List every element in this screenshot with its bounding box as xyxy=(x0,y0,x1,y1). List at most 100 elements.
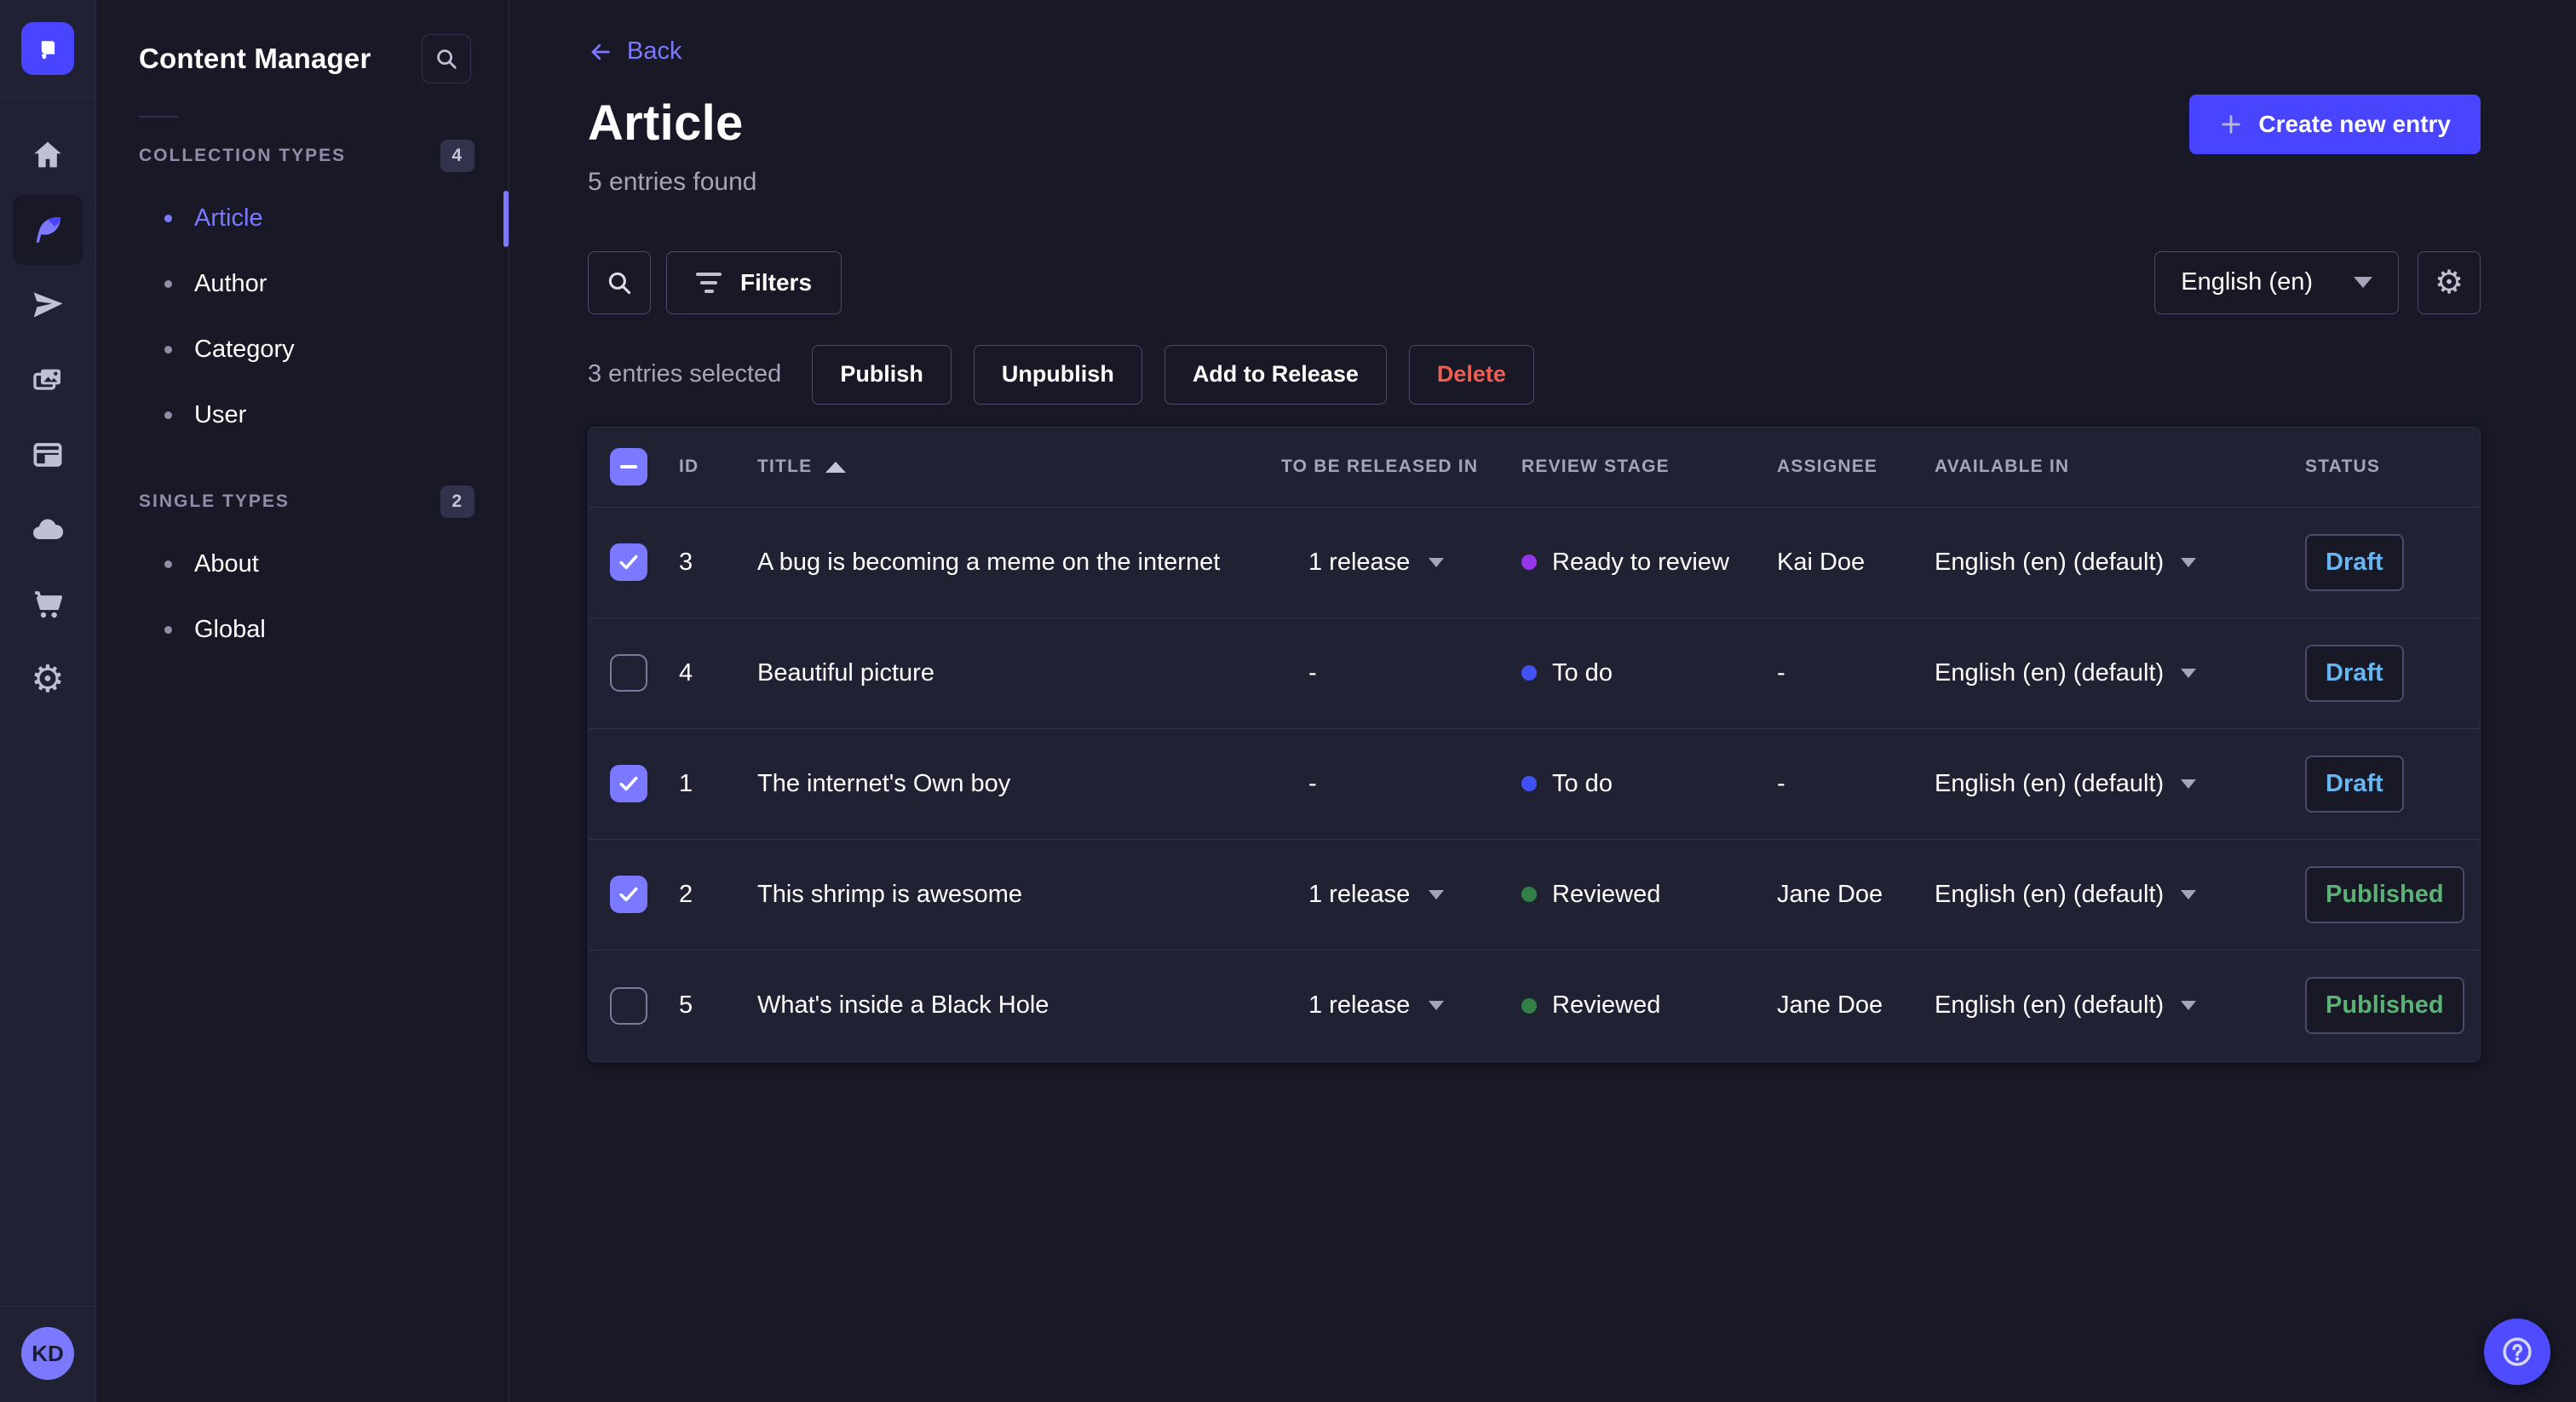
cell-review-stage: Reviewed xyxy=(1521,881,1777,909)
releases-paper-plane-icon[interactable] xyxy=(13,270,83,340)
column-header-release[interactable]: TO BE RELEASED IN xyxy=(1281,457,1521,477)
help-question-mark-icon xyxy=(2503,1337,2532,1366)
table-header-row: ID TITLE TO BE RELEASED IN REVIEW STAGE … xyxy=(589,428,2480,508)
content-type-builder-layout-icon[interactable] xyxy=(13,420,83,490)
cell-review-stage: To do xyxy=(1521,659,1777,687)
cell-available-in[interactable]: English (en) (default) xyxy=(1935,549,2305,577)
strapi-logo[interactable] xyxy=(21,22,74,75)
status-badge: Published xyxy=(2305,977,2464,1034)
content-manager-feather-icon[interactable] xyxy=(13,195,83,265)
cell-id: 1 xyxy=(679,769,693,797)
view-settings-button[interactable]: ⚙ xyxy=(2418,250,2481,314)
marketplace-cart-icon[interactable] xyxy=(13,570,83,640)
delete-button[interactable]: Delete xyxy=(1408,344,1534,405)
strapi-logo-glyph xyxy=(41,41,55,60)
column-header-assignee[interactable]: ASSIGNEE xyxy=(1777,457,1935,477)
sidebar-item-article[interactable]: Article xyxy=(96,186,509,251)
single-types-count-badge: 2 xyxy=(440,486,474,518)
status-badge: Draft xyxy=(2305,533,2404,591)
cell-available-in[interactable]: English (en) (default) xyxy=(1935,881,2305,909)
filter-icon xyxy=(696,272,722,293)
home-icon[interactable] xyxy=(13,120,83,190)
row-checkbox[interactable] xyxy=(610,765,647,802)
sidebar-item-about[interactable]: About xyxy=(96,531,509,597)
back-link[interactable]: Back xyxy=(588,37,681,66)
user-avatar[interactable]: KD xyxy=(21,1327,74,1380)
sidebar-item-label: User xyxy=(194,401,247,428)
sidebar-item-label: Author xyxy=(194,270,267,297)
subnav-rule xyxy=(139,116,178,118)
cell-release[interactable]: 1 release xyxy=(1281,881,1521,909)
filters-button[interactable]: Filters xyxy=(666,250,842,314)
cloud-icon[interactable] xyxy=(13,495,83,565)
chevron-down-icon xyxy=(2354,277,2372,288)
cell-available-in[interactable]: English (en) (default) xyxy=(1935,991,2305,1020)
cell-available-in[interactable]: English (en) (default) xyxy=(1935,659,2305,687)
entries-count: 5 entries found xyxy=(588,167,757,196)
column-header-status[interactable]: STATUS xyxy=(2305,457,2480,477)
publish-button[interactable]: Publish xyxy=(812,344,952,405)
sidebar-item-category[interactable]: Category xyxy=(96,317,509,382)
selection-count-text: 3 entries selected xyxy=(588,360,782,388)
settings-gear-icon[interactable]: ⚙ xyxy=(13,645,83,715)
stage-dot-icon xyxy=(1521,776,1537,791)
sidebar-item-label: About xyxy=(194,550,259,577)
table-row[interactable]: 3 A bug is becoming a meme on the intern… xyxy=(589,508,2480,618)
chevron-down-icon xyxy=(2181,557,2197,567)
rail-bottom: KD xyxy=(0,1306,96,1402)
table-row[interactable]: 2 This shrimp is awesome 1 release Revie… xyxy=(589,840,2480,951)
chevron-down-icon xyxy=(1429,557,1445,567)
sidebar-item-label: Article xyxy=(194,204,263,232)
create-label: Create new entry xyxy=(2258,110,2451,137)
sidebar-item-global[interactable]: Global xyxy=(96,597,509,663)
create-new-entry-button[interactable]: Create new entry xyxy=(2189,94,2481,154)
sidebar-item-label: Global xyxy=(194,616,266,643)
bullet-icon xyxy=(164,411,172,419)
cell-id: 3 xyxy=(679,548,693,576)
subnav-search-button[interactable] xyxy=(422,34,471,83)
chevron-down-icon xyxy=(1429,889,1445,899)
cell-review-stage: To do xyxy=(1521,770,1777,798)
column-header-id[interactable]: ID xyxy=(664,457,757,477)
cell-title: This shrimp is awesome xyxy=(757,880,1023,908)
page-title: Article xyxy=(588,95,744,151)
gear-glyph: ⚙ xyxy=(31,658,65,700)
table-row[interactable]: 1 The internet's Own boy - To do - Engli… xyxy=(589,729,2480,840)
unpublish-button[interactable]: Unpublish xyxy=(973,344,1142,405)
status-badge: Published xyxy=(2305,865,2464,923)
chevron-down-icon xyxy=(1429,1001,1445,1010)
section-label-collection-types: COLLECTION TYPES xyxy=(139,146,347,165)
sidebar-item-user[interactable]: User xyxy=(96,382,509,448)
table-search-button[interactable] xyxy=(588,250,651,314)
select-all-checkbox[interactable] xyxy=(610,448,647,486)
table-row[interactable]: 4 Beautiful picture - To do - English (e… xyxy=(589,618,2480,729)
table-row[interactable]: 5 What's inside a Black Hole 1 release R… xyxy=(589,951,2480,1061)
filters-label: Filters xyxy=(740,268,813,296)
column-header-review-stage[interactable]: REVIEW STAGE xyxy=(1521,457,1777,477)
row-checkbox[interactable] xyxy=(610,986,647,1025)
row-checkbox[interactable] xyxy=(610,654,647,692)
cell-release[interactable]: 1 release xyxy=(1281,991,1521,1020)
column-header-available-in[interactable]: AVAILABLE IN xyxy=(1935,457,2305,477)
indeterminate-dash-icon xyxy=(620,465,637,468)
stage-dot-icon xyxy=(1521,887,1537,902)
cell-available-in[interactable]: English (en) (default) xyxy=(1935,770,2305,798)
sidebar-item-author[interactable]: Author xyxy=(96,251,509,317)
plus-icon xyxy=(2222,114,2241,134)
cell-assignee: Jane Doe xyxy=(1777,991,1883,1019)
row-checkbox[interactable] xyxy=(610,543,647,581)
help-button[interactable] xyxy=(2484,1319,2550,1385)
check-icon xyxy=(619,554,638,570)
locale-select[interactable]: English (en) xyxy=(2154,250,2399,314)
locale-value: English (en) xyxy=(2181,268,2313,296)
rail-icon-list: ⚙ xyxy=(13,120,83,720)
cell-id: 2 xyxy=(679,880,693,908)
add-to-release-button[interactable]: Add to Release xyxy=(1164,344,1387,405)
column-header-title[interactable]: TITLE xyxy=(757,457,1281,477)
row-checkbox[interactable] xyxy=(610,876,647,913)
sort-ascending-icon xyxy=(825,461,847,473)
media-library-images-icon[interactable] xyxy=(13,345,83,415)
cell-release[interactable]: 1 release xyxy=(1281,549,1521,577)
chevron-down-icon xyxy=(2181,779,2197,789)
cell-id: 4 xyxy=(679,658,693,687)
